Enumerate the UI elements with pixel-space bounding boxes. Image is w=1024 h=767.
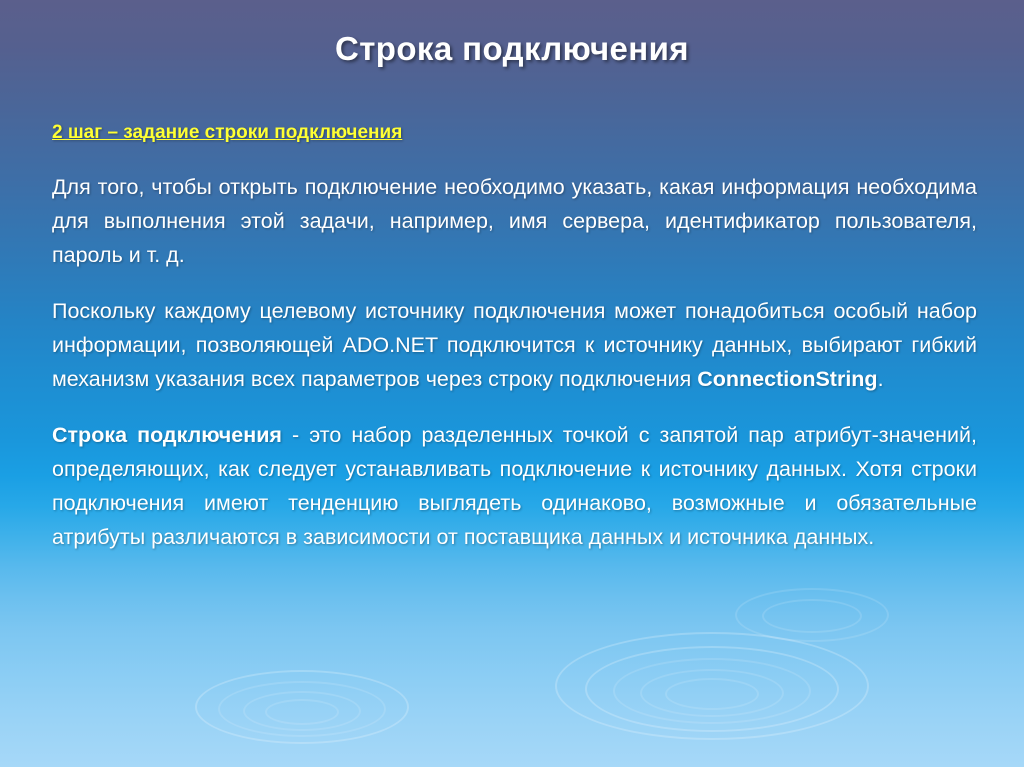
- step-subheading: 2 шаг – задание строки подключения: [52, 122, 403, 143]
- slide-body: 2 шаг – задание строки подключения Для т…: [52, 122, 977, 554]
- paragraph-open-connection: Для того, чтобы открыть подключение необ…: [52, 170, 977, 272]
- term-stroka-podklyucheniya: Строка подключения: [52, 423, 282, 447]
- paragraph-connection-string-intro: Поскольку каждому целевому источнику под…: [52, 294, 977, 396]
- term-connectionstring: ConnectionString: [697, 367, 878, 391]
- paragraph-connection-string-intro-period: .: [877, 367, 884, 391]
- paragraph-connection-string-definition: Строка подключения - это набор разделенн…: [52, 418, 977, 554]
- paragraph-open-connection-text: Для того, чтобы открыть подключение необ…: [52, 175, 977, 267]
- ripple-decoration: [0, 560, 1024, 767]
- slide-title: Строка подключения: [335, 30, 689, 67]
- slide-canvas: Строка подключения 2 шаг – задание строк…: [0, 0, 1024, 767]
